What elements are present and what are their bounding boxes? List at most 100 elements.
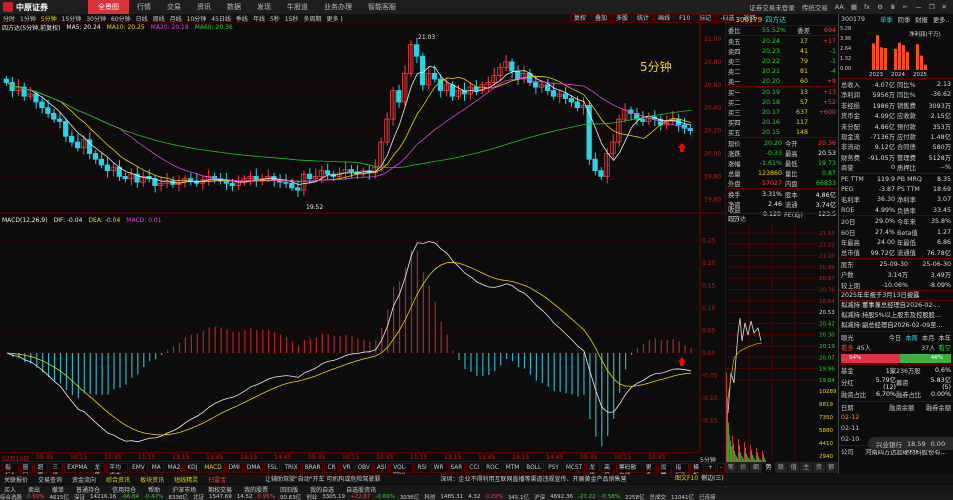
indicator-tab[interactable]: FSL bbox=[264, 463, 281, 473]
indicator-tab[interactable]: 设置 bbox=[657, 463, 672, 479]
indicator-tab[interactable]: EMV bbox=[129, 463, 148, 473]
toolbar-11[interactable]: 自选股资讯 bbox=[346, 485, 376, 494]
indicator-tab[interactable]: + bbox=[704, 463, 716, 473]
header-control-4[interactable]: fx bbox=[864, 3, 870, 11]
f10-link[interactable]: 图文F10 bbox=[675, 474, 698, 484]
time-tick: 10:45 bbox=[648, 454, 666, 461]
link-5[interactable]: 短线精灵 bbox=[174, 475, 198, 484]
kline-chart[interactable]: 21.00 20.80 20.60 20.40 20.20 20.00 19.80 19.60… bbox=[0, 0, 725, 452]
bear-bar[interactable]: 46% bbox=[900, 353, 951, 363]
indicator-tab[interactable]: RSI bbox=[414, 463, 430, 473]
header-control-2[interactable]: AA bbox=[835, 3, 844, 11]
toolbar-3[interactable]: 普通持仓 bbox=[76, 485, 100, 494]
right-tab[interactable]: 主 bbox=[800, 462, 813, 473]
toolbar-0[interactable]: 买入 bbox=[4, 485, 16, 494]
finance-tab-3[interactable]: 财报 bbox=[915, 15, 928, 24]
indicator-tab[interactable]: 三线 bbox=[49, 463, 64, 479]
indicator-tab[interactable]: 指标A bbox=[2, 463, 19, 479]
toolbar-6[interactable]: 沪深市场 bbox=[172, 485, 196, 494]
toolbar-8[interactable]: 我的股票 bbox=[244, 485, 268, 494]
ticker-item[interactable]: 深圳：企业不得利用互联网直播等渠道违规宣传、开展黄金产品销售营 bbox=[440, 474, 626, 483]
right-tab[interactable]: 笔 bbox=[725, 462, 738, 473]
sentiment-tab[interactable]: 本年 bbox=[938, 333, 951, 342]
indicator-tab[interactable]: 超赢 bbox=[34, 463, 49, 479]
bull-bar[interactable]: 54% bbox=[841, 353, 901, 363]
toolbar-4[interactable]: 信用持仓 bbox=[112, 485, 136, 494]
indicator-tab[interactable]: DMA bbox=[243, 463, 264, 473]
indicator-tab[interactable]: OBV bbox=[354, 463, 373, 473]
toolbar-5[interactable]: 帮助 bbox=[148, 485, 160, 494]
indicator-tab[interactable]: DMI bbox=[225, 463, 243, 473]
header-control-1[interactable]: 传统交易 bbox=[802, 2, 828, 12]
indicator-tab[interactable]: CR bbox=[324, 463, 339, 473]
stats-value: 57027 bbox=[761, 179, 782, 187]
indicator-tab[interactable]: - bbox=[716, 463, 725, 473]
finance-tab-2[interactable]: 同季 bbox=[898, 15, 911, 24]
indicator-tab[interactable]: 模板 bbox=[690, 463, 704, 479]
link-1[interactable]: 交易查询 bbox=[38, 475, 62, 484]
toolbar-2[interactable]: 撤单 bbox=[52, 485, 64, 494]
indicator-tab[interactable]: ROC bbox=[483, 463, 502, 473]
news-item[interactable]: 拟减持:持股5%以上股东及控股股... bbox=[839, 311, 953, 321]
indicator-tab[interactable]: TRIX bbox=[281, 463, 301, 473]
side-toggle[interactable]: 侧边(三) bbox=[701, 474, 724, 484]
link-4[interactable]: 板块资讯 bbox=[140, 475, 164, 484]
header-control-6[interactable]: ♛ bbox=[890, 3, 896, 11]
indicator-tab[interactable]: VOL-TDX bbox=[390, 463, 414, 479]
finance-tab-4[interactable]: 更多.. bbox=[933, 15, 950, 24]
toolbar-1[interactable]: 卖出 bbox=[28, 485, 40, 494]
indicator-tab[interactable]: MA bbox=[148, 463, 164, 473]
finance-tab-1[interactable]: 单季 bbox=[880, 15, 893, 24]
right-tab[interactable]: 值 bbox=[787, 462, 801, 473]
indicator-tab[interactable]: MTM bbox=[502, 463, 523, 473]
right-tab[interactable]: 联 bbox=[775, 462, 788, 473]
indicator-tab[interactable]: MA2 bbox=[164, 463, 184, 473]
right-tab[interactable]: 额 bbox=[825, 462, 839, 473]
indicator-tab[interactable]: ASI bbox=[373, 463, 390, 473]
link-2[interactable]: 资金流向 bbox=[72, 475, 96, 484]
sentiment-tab[interactable]: 今日 bbox=[889, 333, 902, 342]
link-6[interactable]: 扫雷宝 bbox=[208, 475, 226, 484]
indicator-tab[interactable]: 龙量 bbox=[91, 463, 106, 479]
indicator-tab[interactable]: MACD bbox=[201, 463, 225, 473]
sentiment-tab[interactable]: 本月 bbox=[922, 333, 935, 342]
news-item[interactable]: 拟减持:副总经理自2026-02-09至... bbox=[839, 321, 953, 331]
indicator-tab[interactable]: EXPMA bbox=[64, 463, 91, 473]
indicator-tab[interactable]: 高低 bbox=[601, 463, 615, 479]
toolbar-10[interactable]: 我的自选 bbox=[310, 485, 334, 494]
header-control-5[interactable]: ⚙ bbox=[877, 3, 883, 11]
indicator-tab[interactable]: BOLL bbox=[523, 463, 545, 473]
indicator-tab[interactable]: 龙线 bbox=[586, 463, 601, 479]
link-0[interactable]: 关联报价 bbox=[4, 475, 28, 484]
news-item[interactable]: 拟减持:董事兼总经理自2026-02-... bbox=[839, 301, 953, 311]
indicator-tab[interactable]: KDJ bbox=[184, 463, 201, 473]
indicator-tab[interactable]: 窗口 bbox=[19, 463, 34, 479]
indicator-tab[interactable]: 更多 bbox=[642, 463, 657, 479]
indicator-tab[interactable]: CCI bbox=[466, 463, 483, 473]
indicator-tab[interactable]: BRAR bbox=[301, 463, 324, 473]
indicator-tab[interactable]: PSY bbox=[545, 463, 562, 473]
indicator-tab[interactable]: VR bbox=[339, 463, 354, 473]
header-control-10[interactable]: ✕ bbox=[942, 3, 947, 11]
header-control-9[interactable]: ❐ bbox=[929, 3, 935, 11]
right-tab[interactable]: 价 bbox=[737, 462, 751, 473]
indicator-tab[interactable]: MCST bbox=[562, 463, 586, 473]
link-3[interactable]: 综合资讯 bbox=[106, 475, 130, 484]
indicator-tab[interactable]: SAR bbox=[447, 463, 466, 473]
right-tab[interactable]: 资 bbox=[812, 462, 826, 473]
header-control-8[interactable]: — bbox=[915, 3, 922, 11]
right-tab[interactable]: 细 bbox=[750, 462, 763, 473]
toolbar-7[interactable]: 期权交易 bbox=[208, 485, 232, 494]
sentiment-tab[interactable]: 本周 bbox=[905, 333, 918, 342]
header-control-3[interactable]: ▦ bbox=[851, 3, 857, 11]
indicator-tab[interactable]: WR bbox=[430, 463, 447, 473]
header-control-0[interactable]: 证券交易未登录 bbox=[749, 2, 795, 12]
header-control-7[interactable]: ← bbox=[903, 3, 908, 11]
indicator-tab[interactable]: 指标B bbox=[672, 463, 690, 479]
indicator-tab[interactable]: 筹码散户线 bbox=[615, 463, 642, 479]
toolbar-9[interactable]: 回旧版 bbox=[280, 485, 298, 494]
right-tab[interactable]: 势 bbox=[762, 462, 776, 473]
ticker-item[interactable]: 让辅助驾驶"自动"开车 可机构或危险驾驶罪 bbox=[265, 474, 380, 483]
indicator-tab[interactable]: 平均成本 bbox=[106, 463, 129, 479]
finance-tab-0[interactable]: 300179 bbox=[841, 16, 865, 23]
